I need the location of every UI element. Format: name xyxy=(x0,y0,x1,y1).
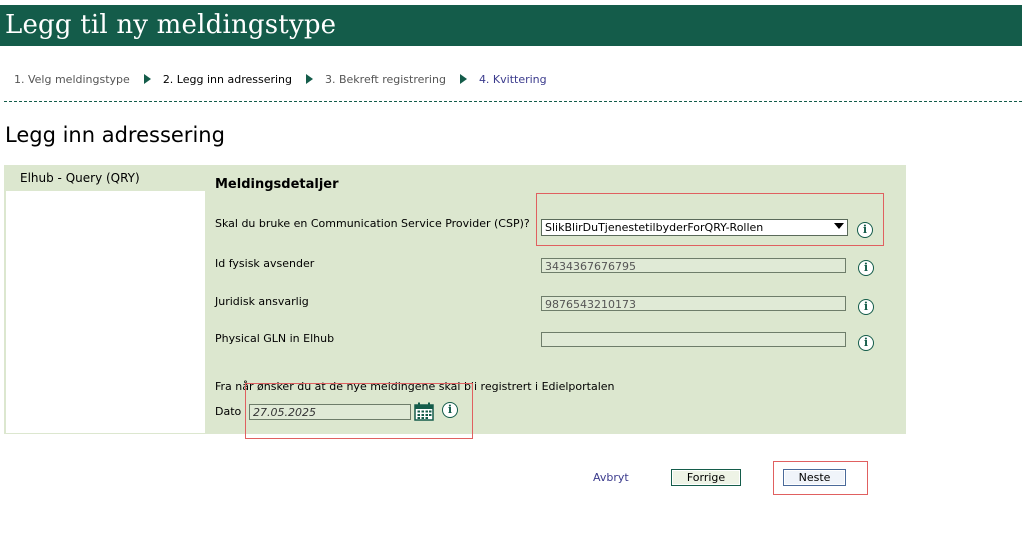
page-title: Legg inn adressering xyxy=(5,123,225,147)
step-4: 4. Kvittering xyxy=(478,72,547,86)
chevron-right-icon xyxy=(459,74,467,84)
juridisk-field[interactable]: 9876543210173 xyxy=(541,296,846,311)
highlight-box xyxy=(245,383,473,439)
header-title: Legg til ny meldingstype xyxy=(5,10,337,40)
info-icon[interactable]: i xyxy=(858,260,874,276)
info-icon[interactable]: i xyxy=(858,335,874,351)
previous-button[interactable]: Forrige xyxy=(671,469,741,486)
highlight-box xyxy=(773,461,868,495)
juridisk-label: Juridisk ansvarlig xyxy=(215,295,309,308)
cancel-link[interactable]: Avbryt xyxy=(593,471,629,484)
physical-gln-field[interactable] xyxy=(541,332,846,347)
list-item-label: Elhub - Query (QRY) xyxy=(20,171,140,185)
step-2: 2. Legg inn adressering xyxy=(162,72,292,86)
chevron-right-icon xyxy=(306,74,313,84)
physical-gln-label: Physical GLN in Elhub xyxy=(215,332,335,345)
dato-label: Dato xyxy=(215,405,242,418)
list-body xyxy=(6,191,205,433)
step-1: 1. Velg meldingstype xyxy=(14,72,130,86)
list-item[interactable]: Elhub - Query (QRY) xyxy=(5,165,205,190)
divider xyxy=(4,101,1022,102)
chevron-right-icon xyxy=(143,74,151,84)
section-title: Meldingsdetaljer xyxy=(215,177,339,192)
id-fysisk-field[interactable]: 3434367676795 xyxy=(541,258,846,273)
page-header: Legg til ny meldingstype xyxy=(0,5,1022,46)
step-3: 3. Bekreft registrering xyxy=(325,72,446,86)
highlight-box xyxy=(536,193,884,246)
wizard-steps: 1. Velg meldingstype 2. Legg inn adresse… xyxy=(14,71,547,87)
id-fysisk-label: Id fysisk avsender xyxy=(215,257,315,270)
csp-label: Skal du bruke en Communication Service P… xyxy=(215,217,530,230)
info-icon[interactable]: i xyxy=(858,299,874,315)
message-type-list: Elhub - Query (QRY) xyxy=(5,165,205,433)
